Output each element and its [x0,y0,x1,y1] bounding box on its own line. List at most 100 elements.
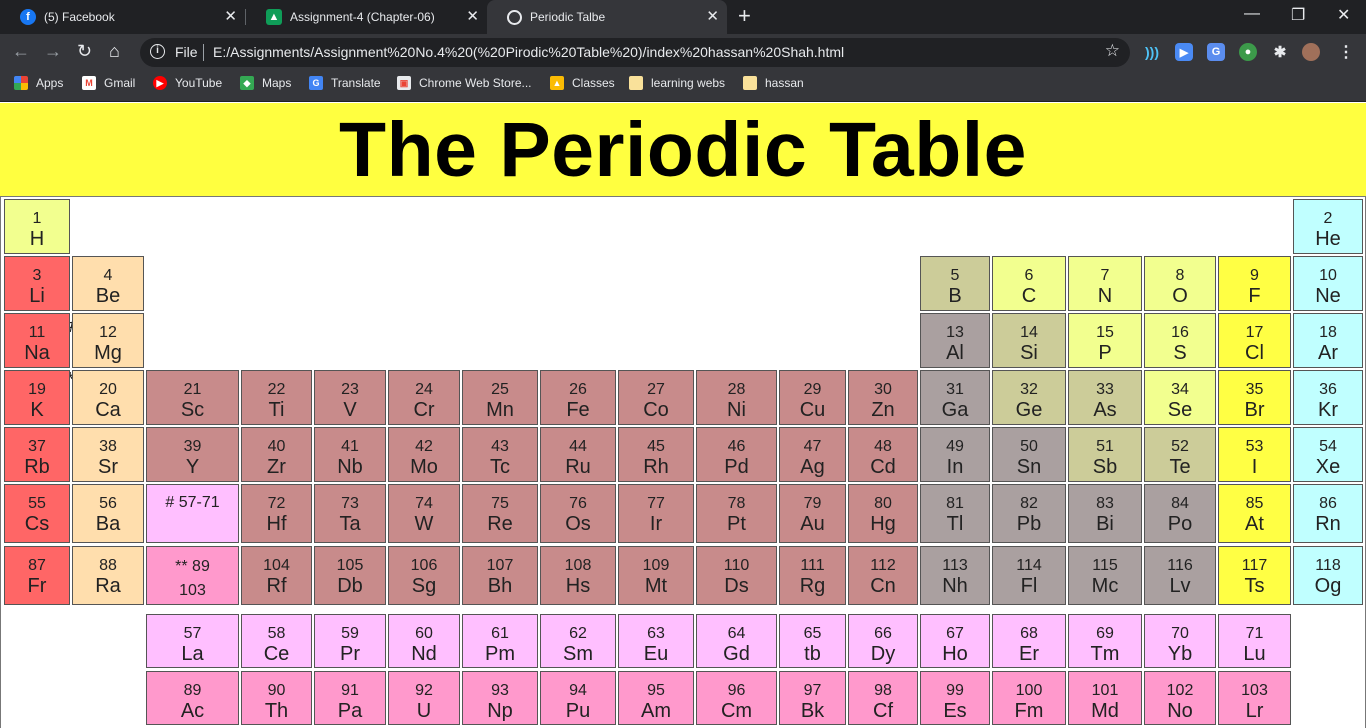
atomic-number: 71 [1245,625,1264,642]
element-cell: 77 Ir [618,484,694,543]
bookmark-youtube[interactable]: ▶ YouTube [153,76,222,90]
atomic-number: 93 [491,682,509,699]
close-icon[interactable]: ✕ [706,9,719,24]
classroom-icon: ▲ [550,76,564,90]
element-cell: 7N [1068,256,1142,311]
atomic-number: 78 [727,495,746,512]
element-symbol: C [1021,285,1037,307]
bookmark-maps[interactable]: ◆ Maps [240,76,291,90]
bookmark-gmail[interactable]: M Gmail [82,76,135,90]
restore-icon[interactable]: ❐ [1291,5,1305,25]
atomic-number: 62 [569,625,587,642]
atomic-number: 79 [803,495,822,512]
atomic-number: 52 [1171,438,1189,455]
element-placeholder-cell: # 57-71 [146,484,239,543]
info-icon[interactable]: i [150,44,165,59]
extensions-puzzle-icon[interactable]: ✱ [1271,43,1289,61]
element-symbol: Bi [1096,513,1114,535]
page-content: The Periodic Table # ** 1H2He3Li4Be5B6C7… [0,103,1366,728]
url-text[interactable]: E:/Assignments/Assignment%20No.4%20(%20P… [213,44,844,60]
atomic-number: 5 [950,267,960,284]
element-symbol: Ti [268,399,285,421]
element-cell: 118 Og [1293,546,1363,605]
element-symbol: Pu [565,700,591,722]
bookmarks-bar: Apps M Gmail ▶ YouTube ◆ Maps G Translat… [0,70,1366,102]
home-icon[interactable]: ⌂ [109,41,120,61]
bookmark-learning-webs[interactable]: learning webs [629,76,725,90]
element-symbol: Sm [563,643,593,665]
atomic-number: 90 [267,682,286,699]
bookmark-star-icon[interactable]: ☆ [1105,41,1120,61]
atomic-number: 89 [183,682,202,699]
bookmark-label: Apps [36,76,64,90]
close-icon[interactable]: ✕ [466,9,479,24]
new-tab-button[interactable]: + [738,5,751,27]
bookmark-classes[interactable]: ▲ Classes [550,76,615,90]
atomic-number: 98 [874,682,892,699]
bookmark-apps[interactable]: Apps [14,76,63,90]
element-symbol: Br [1244,399,1265,421]
element-symbol: As [1093,399,1117,421]
atomic-number: 25 [491,381,509,398]
tab-facebook[interactable]: f (5) Facebook ✕ [0,0,245,34]
element-symbol: Fl [1020,575,1038,597]
element-symbol: La [181,643,204,665]
apps-grid-icon [14,76,28,90]
element-cell: 21 Sc [146,370,239,425]
atomic-number: 113 [942,557,968,574]
minimize-icon[interactable]: — [1244,5,1260,23]
element-cell: 117 Ts [1218,546,1291,605]
element-cell: 1H [4,199,70,254]
back-icon[interactable]: ← [12,41,30,61]
element-symbol: Np [487,700,513,722]
extension-globe-icon[interactable]: ● [1239,43,1257,61]
atomic-number: 9 [1250,267,1259,284]
zoom-icon[interactable]: ▶ [1175,43,1193,61]
read-aloud-icon[interactable]: ))) [1143,43,1161,61]
bookmark-hassan[interactable]: hassan [743,76,804,90]
reload-icon[interactable]: ↻ [77,41,92,61]
tab-title: Periodic Talbe [530,10,606,24]
atomic-number: 38 [99,438,117,455]
element-cell: 78 Pt [696,484,777,543]
atomic-number: 7 [1100,267,1110,284]
menu-kebab-icon[interactable]: ⋮ [1337,43,1355,61]
atomic-number: 35 [1245,381,1264,398]
element-symbol: Cd [870,456,896,478]
element-symbol: Th [264,700,289,722]
tab-assignment[interactable]: ▲ Assignment-4 (Chapter-06) ✕ [246,0,487,34]
element-cell: 12 Mg [72,313,144,368]
bookmark-label: Translate [331,76,381,90]
element-cell: 107 Bh [462,546,538,605]
element-symbol: H [29,228,45,250]
element-cell: 22 Ti [241,370,312,425]
google-translate-icon[interactable]: G [1207,43,1225,61]
tab-periodic-table[interactable]: Periodic Talbe ✕ [487,0,727,34]
bookmark-chrome-web-store[interactable]: ▣ Chrome Web Store... [397,76,532,90]
forward-icon[interactable]: → [44,41,62,61]
element-symbol: Pb [1016,513,1042,535]
element-symbol: S [1173,342,1187,364]
element-symbol: Er [1019,643,1039,665]
close-window-icon[interactable]: ✕ [1337,5,1350,25]
element-cell: 65 tb [779,614,846,668]
atomic-number: 63 [647,625,665,642]
atomic-number: 67 [946,625,964,642]
atomic-number: 11 [28,324,46,341]
element-cell: 43 Tc [462,427,538,482]
address-bar[interactable]: i File E:/Assignments/Assignment%20No.4%… [140,38,1130,67]
bookmark-translate[interactable]: G Translate [309,76,381,90]
atomic-number: 60 [415,625,433,642]
element-cell: 15 P [1068,313,1142,368]
atomic-number: 31 [946,381,964,398]
element-cell: 82 Pb [992,484,1066,543]
element-symbol: Os [565,513,591,535]
element-cell: 27 Co [618,370,694,425]
close-icon[interactable]: ✕ [224,9,237,24]
element-symbol: Pr [340,643,360,665]
profile-avatar[interactable] [1302,43,1320,61]
atomic-number: 101 [1091,682,1119,699]
element-cell: 47 Ag [779,427,846,482]
atomic-number: 36 [1319,381,1337,398]
element-cell: 91 Pa [314,671,386,725]
